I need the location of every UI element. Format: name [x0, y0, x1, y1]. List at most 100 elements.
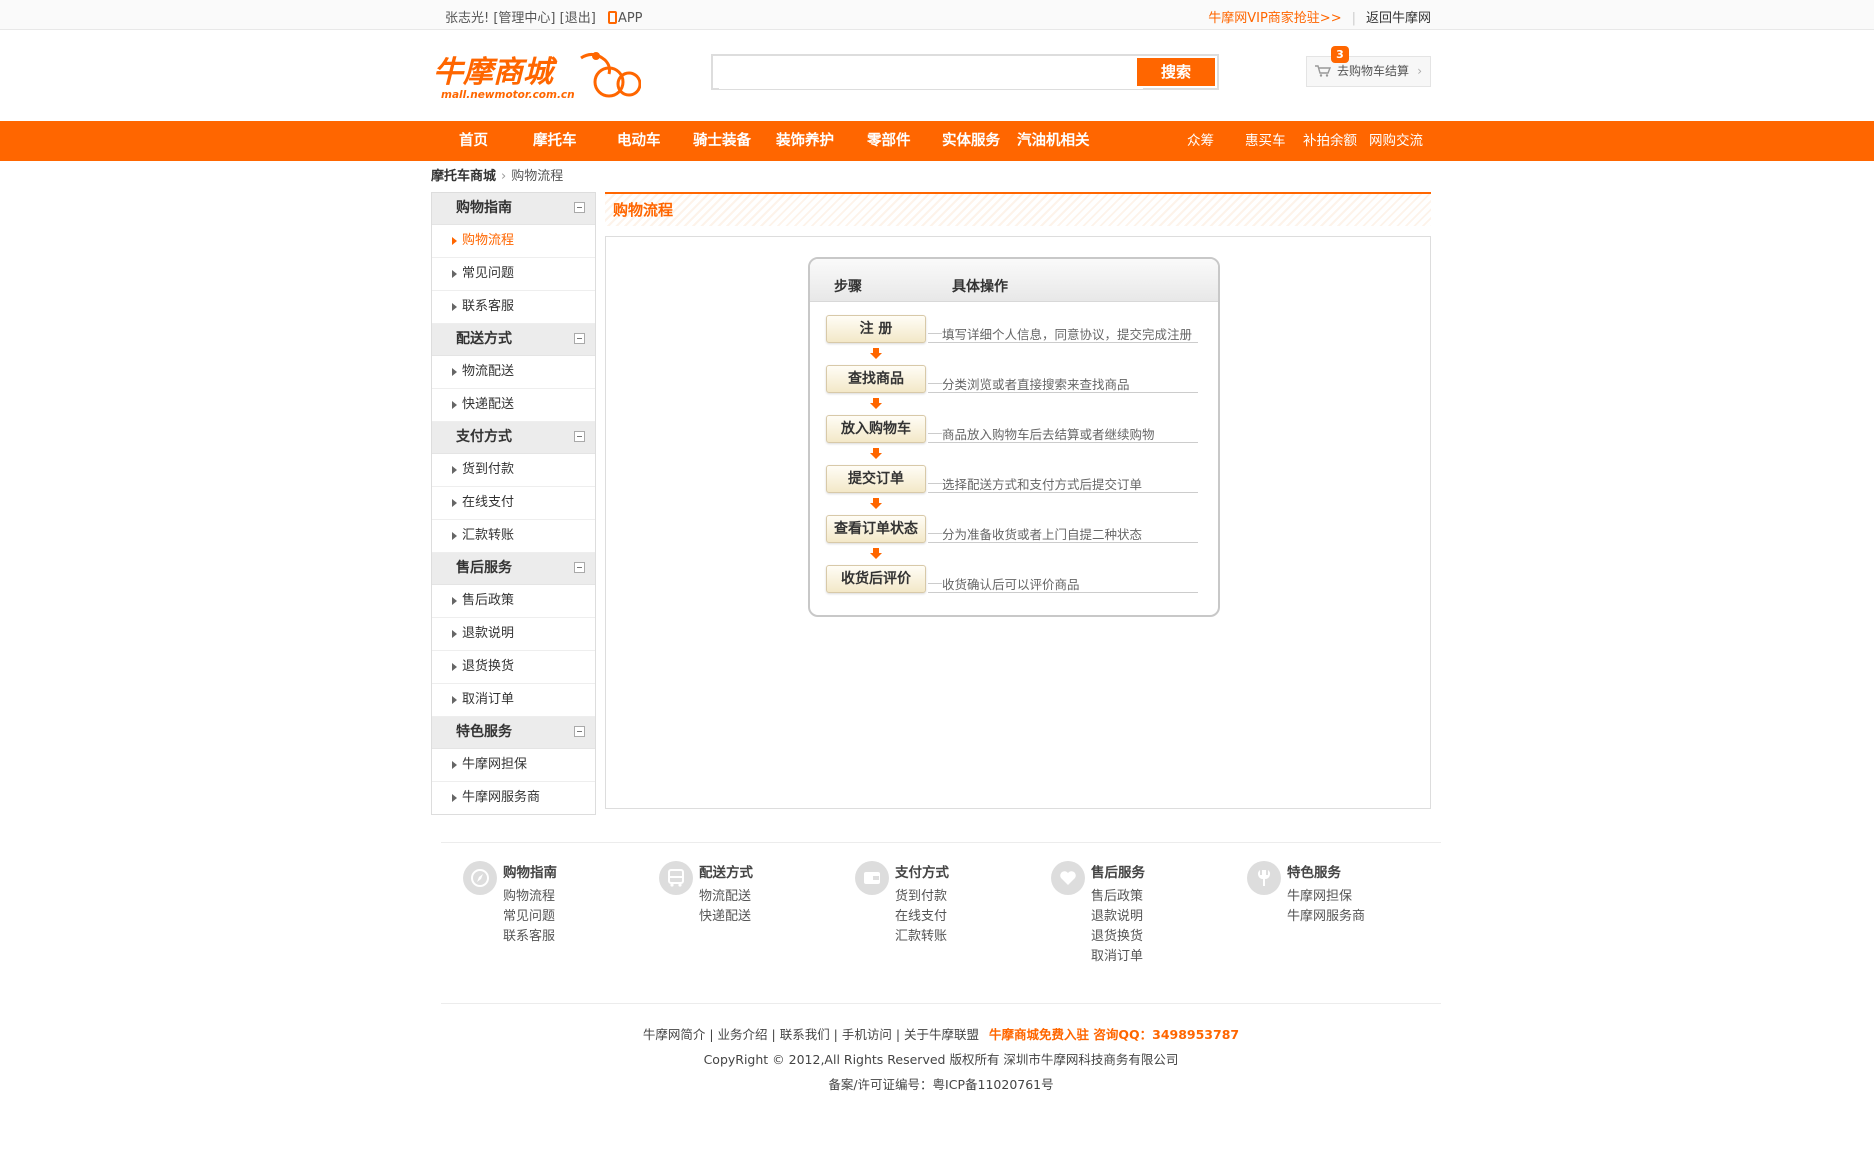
- flow-header-action: 具体操作: [952, 279, 1008, 295]
- wrench-icon: [1247, 861, 1281, 895]
- cart-label: 去购物车结算: [1337, 64, 1410, 78]
- username: 张志光!: [445, 11, 490, 26]
- footer-link[interactable]: 货到付款: [895, 885, 947, 904]
- caret-right-icon: [452, 466, 457, 474]
- caret-right-icon: [452, 303, 457, 311]
- nav-store-service[interactable]: 实体服务: [942, 121, 1000, 161]
- footer-link[interactable]: 牛摩网担保: [1287, 885, 1352, 904]
- sidebar-item-guarantee[interactable]: 牛摩网担保: [432, 749, 595, 782]
- footer-links: 购物指南 购物流程 常见问题 联系客服 配送方式 物流配送 快递配送 支付方式 …: [441, 842, 1441, 1003]
- flow-step-desc: 收货确认后可以评价商品: [928, 567, 1198, 593]
- sidebar-group-after-sales[interactable]: 售后服务: [432, 553, 595, 585]
- svg-text:mall.newmotor.com.cn: mall.newmotor.com.cn: [441, 89, 575, 101]
- collapse-icon[interactable]: [574, 431, 585, 442]
- chevron-right-icon: ›: [1417, 64, 1422, 78]
- logout-link[interactable]: [退出]: [560, 11, 596, 26]
- admin-center-link[interactable]: [管理中心]: [493, 11, 555, 26]
- site-logo[interactable]: 牛摩商城 mall.newmotor.com.cn: [431, 46, 642, 106]
- search-button[interactable]: 搜索: [1137, 58, 1215, 86]
- caret-right-icon: [452, 663, 457, 671]
- sidebar-item-logistics[interactable]: 物流配送: [432, 356, 595, 389]
- flow-step: 查看订单状态: [826, 515, 926, 543]
- caret-right-icon: [452, 630, 457, 638]
- nav-parts[interactable]: 零部件: [867, 121, 911, 161]
- footer-link[interactable]: 购物流程: [503, 885, 555, 904]
- sidebar-item-contact[interactable]: 联系客服: [432, 291, 595, 324]
- sidebar-group-payment[interactable]: 支付方式: [432, 422, 595, 454]
- nav-rider-gear[interactable]: 骑士装备: [693, 121, 751, 161]
- footer-link[interactable]: 常见问题: [503, 905, 555, 924]
- breadcrumb-current: 购物流程: [511, 169, 564, 184]
- arrow-down-icon: [870, 398, 882, 409]
- nav-motorcycle[interactable]: 摩托车: [533, 121, 577, 161]
- sidebar-group-special[interactable]: 特色服务: [432, 717, 595, 749]
- footer-link[interactable]: 物流配送: [699, 885, 751, 904]
- sidebar-item-return[interactable]: 退货换货: [432, 651, 595, 684]
- nav-balance[interactable]: 补拍余额: [1303, 121, 1357, 161]
- footer-link[interactable]: 退款说明: [1091, 905, 1143, 924]
- sidebar-item-faq[interactable]: 常见问题: [432, 258, 595, 291]
- nav-crowdfunding[interactable]: 众筹: [1187, 121, 1214, 161]
- caret-right-icon: [452, 761, 457, 769]
- shopping-flow-diagram: 步骤 具体操作 注 册 填写详细个人信息，同意协议，提交完成注册 查找商品 分类…: [808, 257, 1220, 617]
- nav-engine[interactable]: 汽油机相关: [1017, 121, 1090, 161]
- footer-link[interactable]: 汇款转账: [895, 925, 947, 944]
- sidebar-item-cancel[interactable]: 取消订单: [432, 684, 595, 717]
- caret-right-icon: [452, 237, 457, 245]
- sidebar-item-transfer[interactable]: 汇款转账: [432, 520, 595, 553]
- footer-promo[interactable]: 牛摩商城免费入驻 咨询QQ：3498953787: [989, 1027, 1239, 1042]
- collapse-icon[interactable]: [574, 562, 585, 573]
- cart-checkout-button[interactable]: 3 去购物车结算 ›: [1306, 46, 1431, 87]
- caret-right-icon: [452, 532, 457, 540]
- collapse-icon[interactable]: [574, 333, 585, 344]
- nav-decoration[interactable]: 装饰养护: [776, 121, 834, 161]
- main-area: 购物指南 购物流程 常见问题 联系客服 配送方式 物流配送 快递配送 支付方式 …: [431, 192, 1431, 842]
- footer-link[interactable]: 退货换货: [1091, 925, 1143, 944]
- caret-right-icon: [452, 368, 457, 376]
- footer-col-title: 售后服务: [1091, 865, 1145, 881]
- collapse-icon[interactable]: [574, 726, 585, 737]
- caret-right-icon: [452, 499, 457, 507]
- flow-step-desc: 填写详细个人信息，同意协议，提交完成注册: [928, 317, 1198, 343]
- footer-link[interactable]: 快递配送: [699, 905, 751, 924]
- sidebar-item-providers[interactable]: 牛摩网服务商: [432, 782, 595, 814]
- top-right-links: 牛摩网VIP商家抢驻>> | 返回牛摩网: [1208, 7, 1431, 26]
- collapse-icon[interactable]: [574, 202, 585, 213]
- sidebar-item-online-pay[interactable]: 在线支付: [432, 487, 595, 520]
- flow-step: 收货后评价: [826, 565, 926, 593]
- app-link[interactable]: APP: [618, 11, 643, 26]
- breadcrumb-root[interactable]: 摩托车商城: [431, 169, 496, 184]
- footer-col-title: 购物指南: [503, 865, 557, 881]
- back-home-link[interactable]: 返回牛摩网: [1366, 11, 1431, 26]
- sidebar-item-refund[interactable]: 退款说明: [432, 618, 595, 651]
- nav-forum[interactable]: 网购交流: [1369, 121, 1423, 161]
- arrow-down-icon: [870, 348, 882, 359]
- nav-home[interactable]: 首页: [459, 121, 488, 161]
- search-box: 搜索: [711, 54, 1219, 90]
- vip-merchant-link[interactable]: 牛摩网VIP商家抢驻>>: [1208, 11, 1341, 26]
- phone-icon: [607, 11, 617, 24]
- caret-right-icon: [452, 794, 457, 802]
- copyright: CopyRight © 2012,All Rights Reserved 版权所…: [703, 1052, 1179, 1067]
- nav-electric[interactable]: 电动车: [617, 121, 661, 161]
- breadcrumb: 摩托车商城 › 购物流程: [431, 161, 1431, 192]
- footer-link[interactable]: 取消订单: [1091, 945, 1143, 964]
- sidebar-item-policy[interactable]: 售后政策: [432, 585, 595, 618]
- caret-right-icon: [452, 401, 457, 409]
- flow-header-step: 步骤: [834, 279, 862, 295]
- nav-car-deals[interactable]: 惠买车: [1245, 121, 1286, 161]
- footer-link[interactable]: 联系客服: [503, 925, 555, 944]
- sidebar-item-shopping-process[interactable]: 购物流程: [432, 225, 595, 258]
- arrow-down-icon: [870, 448, 882, 459]
- footer-link[interactable]: 牛摩网服务商: [1287, 905, 1365, 924]
- flow-step-desc: 商品放入购物车后去结算或者继续购物: [928, 417, 1198, 443]
- footer-link[interactable]: 在线支付: [895, 905, 947, 924]
- sidebar-group-delivery[interactable]: 配送方式: [432, 324, 595, 356]
- footer-nav-links[interactable]: 牛摩网简介 | 业务介绍 | 联系我们 | 手机访问 | 关于牛摩联盟: [643, 1027, 979, 1042]
- sidebar-group-shopping-guide[interactable]: 购物指南: [432, 193, 595, 225]
- sidebar-item-cod[interactable]: 货到付款: [432, 454, 595, 487]
- footer-link[interactable]: 售后政策: [1091, 885, 1143, 904]
- user-links: 张志光! [管理中心] [退出] APP: [445, 7, 643, 26]
- sidebar-item-express[interactable]: 快递配送: [432, 389, 595, 422]
- search-input[interactable]: [719, 57, 1143, 89]
